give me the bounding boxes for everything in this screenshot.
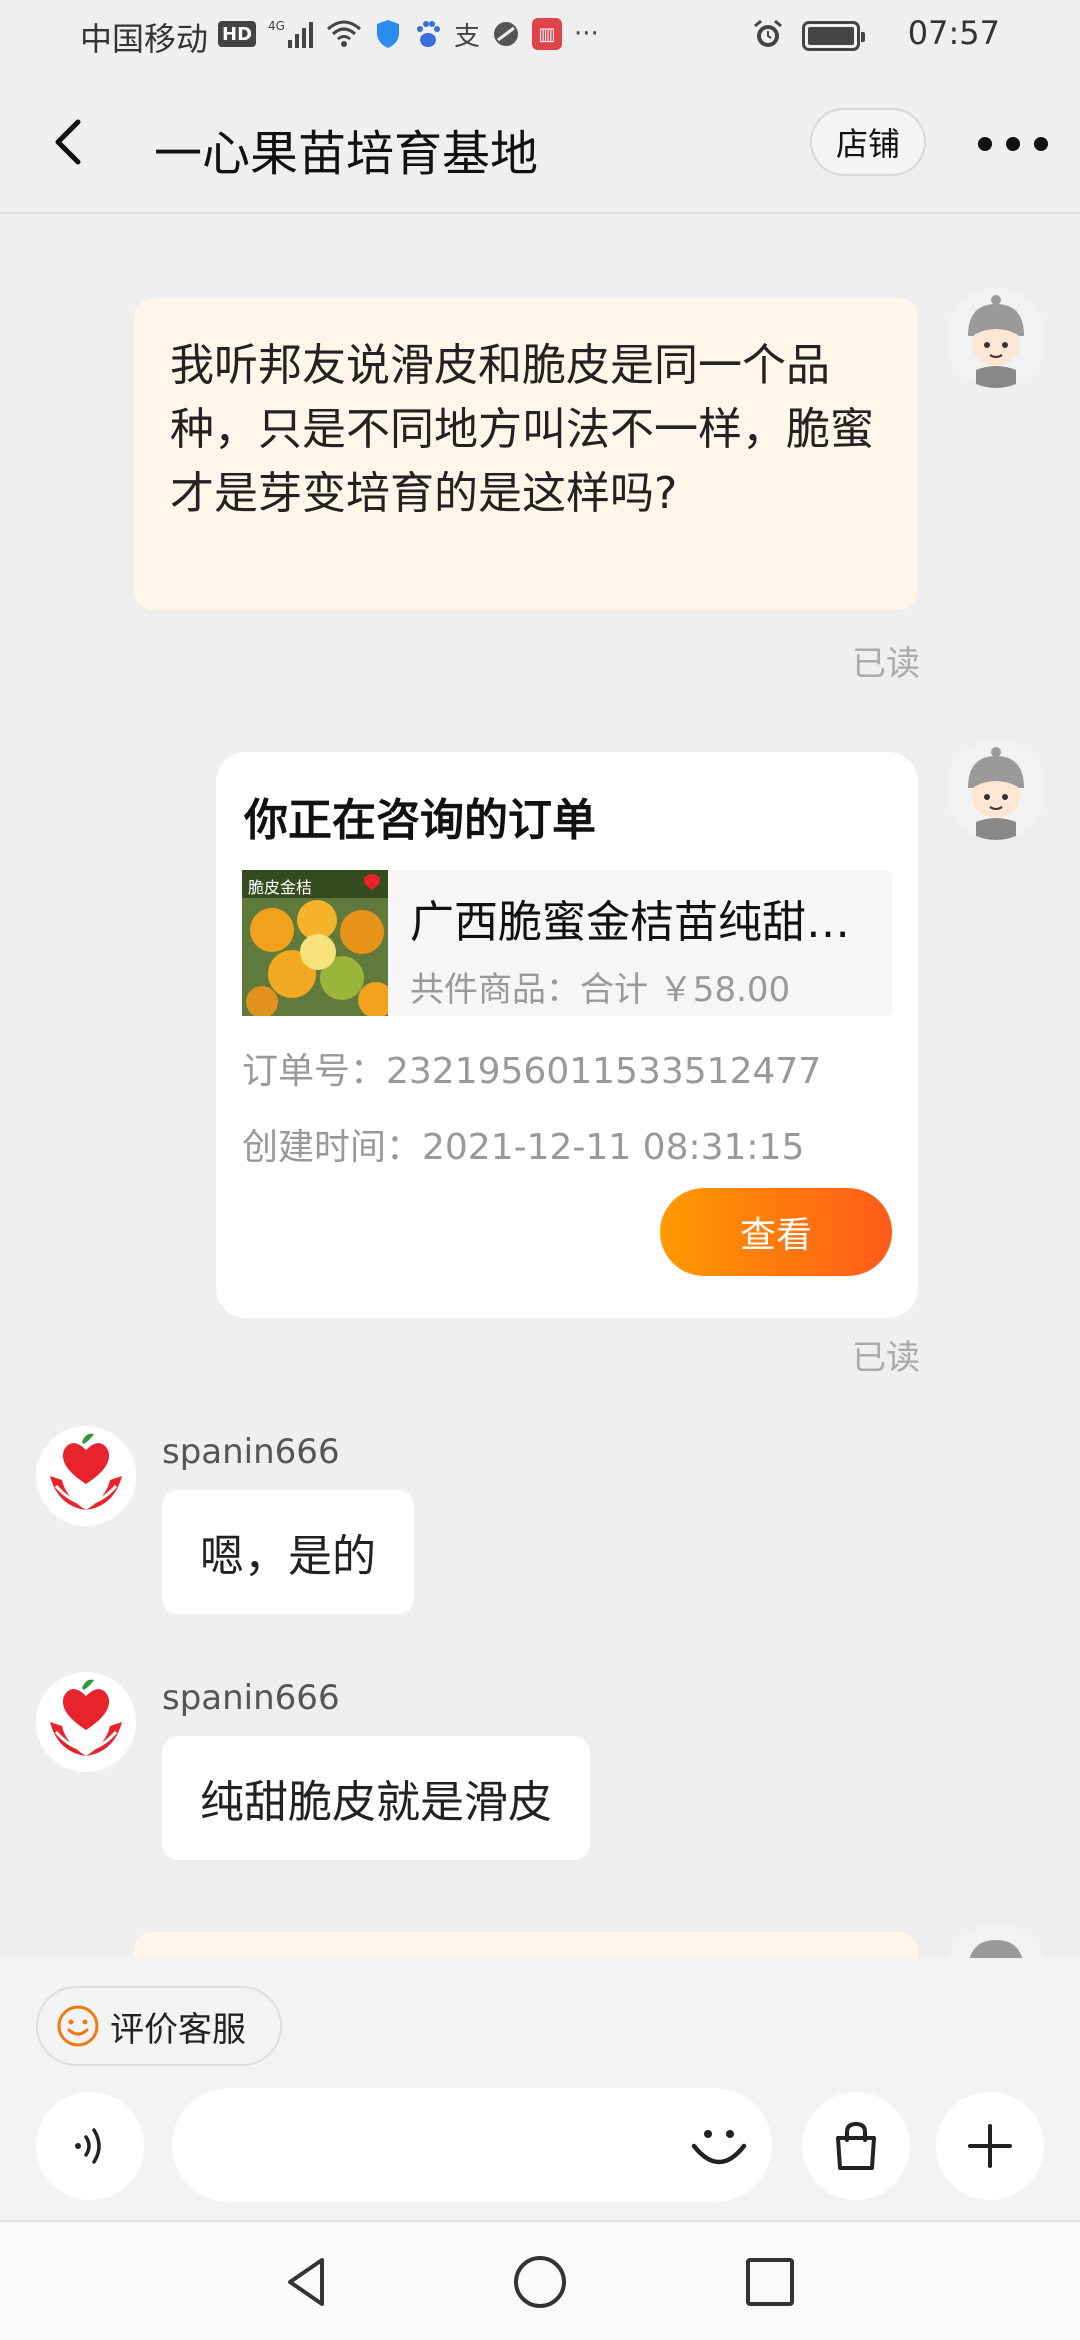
order-created-time: 创建时间：2021-12-11 08:31:15 (242, 1127, 805, 1168)
baidu-icon (414, 18, 442, 50)
voice-input-button[interactable] (36, 2092, 144, 2200)
status-bar: 中国移动 HD 4G 支 ▥ ··· 07:57 (0, 0, 1080, 72)
cartoon-boy-avatar-icon (946, 288, 1046, 388)
rate-service-button[interactable]: 评价客服 (36, 1986, 282, 2066)
wifi-icon (326, 18, 362, 50)
hd-icon: HD (218, 21, 257, 47)
rate-service-label: 评价客服 (110, 2009, 246, 2050)
emoji-button[interactable] (686, 2112, 752, 2178)
clock: 07:57 (907, 14, 1000, 52)
order-product[interactable]: 脆皮金桔 广西脆蜜金桔苗纯甜脆皮金桔苗 共件商品：合计 ￥58.00 (242, 870, 892, 1016)
shield-icon (374, 18, 402, 50)
svg-text:4G: 4G (268, 19, 285, 33)
status-icons: HD 4G 支 ▥ ··· (218, 18, 599, 52)
more-actions-button[interactable] (936, 2092, 1044, 2200)
carrier-label: 中国移动 (80, 20, 209, 58)
order-card[interactable]: 你正在咨询的订单 脆皮金桔 广西脆蜜金桔苗纯甜脆皮金桔苗 (216, 752, 918, 1318)
square-recents-icon (746, 2258, 794, 2306)
sender-name: spanin666 (162, 1678, 340, 1718)
view-order-button[interactable]: 查看 (660, 1188, 892, 1276)
signal-icon: 4G (268, 18, 314, 50)
browser-icon (492, 18, 520, 50)
emoji-icon (691, 2130, 747, 2165)
product-summary: 共件商品：合计 ￥58.00 (410, 970, 791, 1010)
circle-home-icon (514, 2256, 566, 2308)
order-card-title: 你正在咨询的订单 (244, 795, 596, 846)
dot-icon (1006, 137, 1020, 151)
plus-icon (968, 2124, 1012, 2168)
system-recents-button[interactable] (740, 2252, 800, 2312)
received-message-bubble[interactable]: 纯甜脆皮就是滑皮 (162, 1736, 590, 1860)
message-text: 嗯，是的 (200, 1531, 376, 1582)
triangle-back-icon (288, 2258, 324, 2306)
voice-icon (75, 2128, 101, 2164)
system-back-button[interactable] (278, 2252, 338, 2312)
product-name: 广西脆蜜金桔苗纯甜脆皮金桔苗 (410, 897, 880, 948)
sent-message-bubble-partial[interactable] (134, 1932, 918, 1960)
message-input[interactable] (172, 2088, 772, 2202)
sender-name: spanin666 (162, 1432, 340, 1472)
read-status: 已读 (852, 644, 920, 684)
more-options-button[interactable] (978, 124, 1048, 164)
user-avatar[interactable] (946, 288, 1046, 388)
composer: 评价客服 (0, 1958, 1080, 2220)
page-title: 一心果苗培育基地 (154, 126, 539, 182)
status-right (752, 18, 865, 54)
alarm-icon (752, 18, 784, 54)
message-text: 我听邦友说滑皮和脆皮是同一个品种，只是不同地方叫法不一样，脆蜜才是芽变培育的是这… (170, 340, 874, 519)
user-avatar[interactable] (946, 1924, 1046, 1960)
shop-button[interactable]: 店铺 (810, 108, 926, 176)
alipay-icon: 支 (454, 21, 481, 52)
products-button[interactable] (802, 2092, 910, 2200)
shopping-bag-icon (836, 2121, 876, 2170)
more-notifications-icon: ··· (574, 19, 599, 49)
battery-icon (802, 21, 865, 51)
shop-avatar[interactable] (36, 1426, 136, 1526)
message-list[interactable]: 我听邦友说滑皮和脆皮是同一个品种，只是不同地方叫法不一样，脆蜜才是芽变培育的是这… (0, 216, 1080, 1960)
chat-header: 一心果苗培育基地 店铺 (0, 72, 1080, 214)
product-thumbnail: 脆皮金桔 (242, 870, 388, 1016)
reader-icon: ▥ (532, 18, 563, 50)
heart-hands-logo-icon (36, 1426, 136, 1526)
shop-avatar[interactable] (36, 1672, 136, 1772)
chevron-left-icon (55, 119, 81, 165)
message-text: 纯甜脆皮就是滑皮 (200, 1777, 552, 1828)
order-number: 订单号：2321956011533512477 (242, 1051, 822, 1092)
system-home-button[interactable] (510, 2252, 570, 2312)
heart-hands-logo-icon (36, 1672, 136, 1772)
back-button[interactable] (40, 112, 100, 172)
user-avatar[interactable] (946, 740, 1046, 840)
read-status: 已读 (852, 1338, 920, 1378)
dot-icon (978, 137, 992, 151)
thumbnail-caption: 脆皮金桔 (248, 878, 313, 897)
system-navigation-bar (0, 2220, 1080, 2340)
cartoon-boy-avatar-icon (946, 740, 1046, 840)
sent-message-bubble[interactable]: 我听邦友说滑皮和脆皮是同一个品种，只是不同地方叫法不一样，脆蜜才是芽变培育的是这… (134, 298, 918, 610)
cartoon-boy-avatar-icon (948, 1924, 1044, 1960)
dot-icon (1034, 137, 1048, 151)
smile-icon (57, 2005, 99, 2047)
received-message-bubble[interactable]: 嗯，是的 (162, 1490, 414, 1614)
